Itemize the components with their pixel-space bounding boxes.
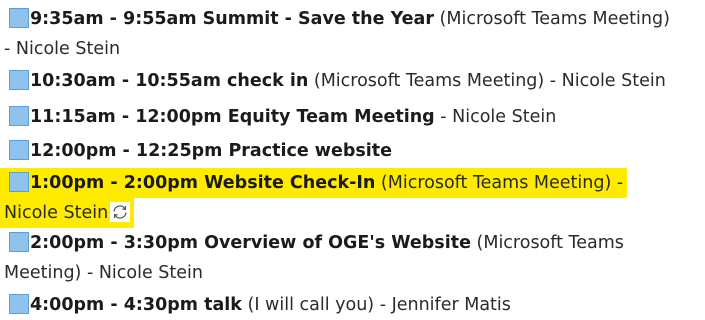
calendar-square-icon	[9, 232, 29, 252]
event-details: (Microsoft Teams Meeting) -	[375, 173, 624, 193]
agenda-event[interactable]: 11:15am - 12:00pm Equity Team Meeting - …	[0, 102, 702, 132]
event-line-1: 11:15am - 12:00pm Equity Team Meeting - …	[0, 102, 560, 132]
event-time-title: 12:00pm - 12:25pm Practice website	[30, 141, 393, 161]
recurring-icon	[110, 202, 131, 222]
agenda-event[interactable]: 10:30am - 10:55am check in (Microsoft Te…	[0, 66, 702, 96]
calendar-square-icon	[9, 172, 29, 192]
agenda-event-highlighted[interactable]: 1:00pm - 2:00pm Website Check-In (Micros…	[0, 168, 702, 228]
event-time-title: 1:00pm - 2:00pm Website Check-In	[30, 173, 376, 193]
event-line-1: 9:35am - 9:55am Summit - Save the Year (…	[0, 4, 674, 34]
agenda-event[interactable]: 4:00pm - 4:30pm talk (I will call you) -…	[0, 290, 702, 320]
event-organizer: Meeting) - Nicole Stein	[4, 263, 203, 283]
event-organizer: - Nicole Stein	[4, 39, 121, 59]
event-time-title: 4:00pm - 4:30pm talk	[30, 295, 242, 315]
event-time-title: 10:30am - 10:55am check in	[30, 71, 309, 91]
event-details: (I will call you) - Jennifer Matis	[241, 295, 511, 315]
event-line-2: Nicole Stein	[0, 198, 135, 228]
agenda-event[interactable]: 12:00pm - 12:25pm Practice website	[0, 136, 702, 166]
event-details: (Microsoft Teams Meeting) - Nicole Stein	[308, 71, 666, 91]
calendar-square-icon	[9, 70, 29, 90]
calendar-square-icon	[9, 294, 29, 314]
event-time-title: 9:35am - 9:55am Summit - Save the Year	[30, 9, 434, 29]
calendar-square-icon	[9, 106, 29, 126]
event-line-1: 4:00pm - 4:30pm talk (I will call you) -…	[0, 290, 515, 320]
calendar-square-icon	[9, 8, 29, 28]
event-line-1: 1:00pm - 2:00pm Website Check-In (Micros…	[0, 168, 628, 198]
event-line-2: - Nicole Stein	[0, 34, 124, 64]
event-details: (Microsoft Teams	[470, 233, 624, 253]
event-time-title: 2:00pm - 3:30pm Overview of OGE's Websit…	[30, 233, 471, 253]
event-details: (Microsoft Teams Meeting)	[433, 9, 670, 29]
event-organizer: Nicole Stein	[4, 203, 109, 223]
event-time-title: 11:15am - 12:00pm Equity Team Meeting	[30, 107, 435, 127]
event-details: - Nicole Stein	[434, 107, 557, 127]
event-line-1: 2:00pm - 3:30pm Overview of OGE's Websit…	[0, 228, 628, 258]
event-line-1: 12:00pm - 12:25pm Practice website	[0, 136, 396, 166]
event-line-1: 10:30am - 10:55am check in (Microsoft Te…	[0, 66, 670, 96]
agenda-event[interactable]: 2:00pm - 3:30pm Overview of OGE's Websit…	[0, 228, 702, 288]
calendar-square-icon	[9, 140, 29, 160]
agenda-event[interactable]: 9:35am - 9:55am Summit - Save the Year (…	[0, 4, 702, 64]
event-line-2: Meeting) - Nicole Stein	[0, 258, 207, 288]
